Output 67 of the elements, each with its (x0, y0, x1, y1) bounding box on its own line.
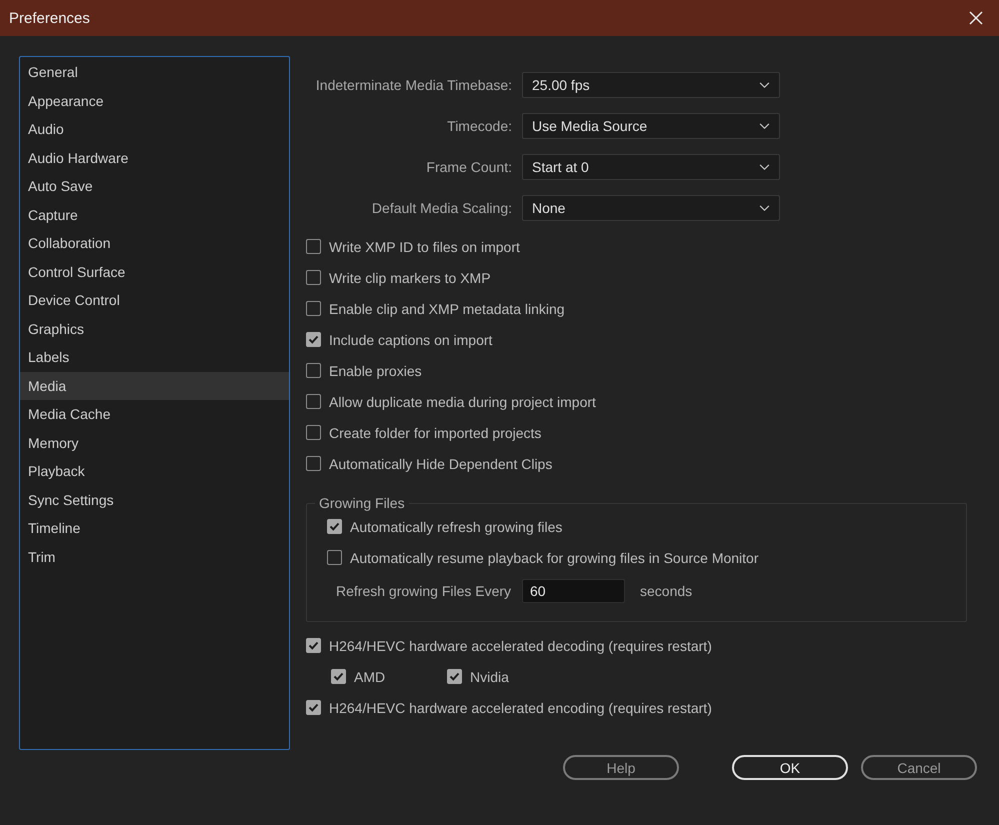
dialog-button[interactable]: OK (732, 755, 848, 780)
checkbox-label: H264/HEVC hardware accelerated decoding (requires restart) (329, 638, 712, 654)
sidebar-item[interactable]: Memory (20, 428, 289, 457)
sidebar-item[interactable]: Device Control (20, 286, 289, 314)
checkbox-label: Automatically Hide Dependent Clips (329, 456, 552, 472)
sidebar-item[interactable]: Collaboration (20, 229, 289, 258)
input-field[interactable]: 60 (522, 579, 625, 603)
checkbox[interactable] (306, 700, 321, 715)
dropdown[interactable]: Start at 0 (522, 154, 780, 180)
sidebar-item[interactable]: Audio (20, 115, 289, 144)
sidebar-item[interactable]: Capture (20, 200, 289, 229)
sidebar-item[interactable]: Graphics (20, 314, 289, 343)
checkbox-label: Include captions on import (329, 332, 492, 348)
field-label: Indeterminate Media Timebase: (314, 77, 512, 93)
sidebar-item[interactable]: General (20, 58, 289, 86)
sidebar-item[interactable]: Labels (20, 343, 289, 372)
checkbox[interactable] (306, 332, 321, 347)
dialog-button[interactable]: Cancel (861, 755, 977, 780)
chevron-down-icon (759, 122, 770, 130)
checkbox[interactable] (306, 239, 321, 254)
dropdown[interactable]: Use Media Source (522, 113, 780, 139)
chevron-down-icon (759, 204, 770, 212)
checkbox[interactable] (306, 425, 321, 440)
field-label: Timecode: (446, 118, 512, 134)
sidebar-item[interactable]: Auto Save (20, 172, 289, 200)
field-label: Default Media Scaling: (370, 200, 512, 216)
checkbox-label: Automatically resume playback for growing files in Source Monitor (350, 550, 759, 566)
checkbox[interactable] (447, 669, 462, 684)
checkbox[interactable] (306, 456, 321, 471)
field-label: Refresh growing Files Every (336, 583, 512, 599)
checkbox-label: Write clip markers to XMP (329, 270, 491, 286)
sidebar-item[interactable]: Media Cache (20, 400, 289, 428)
checkbox-label: Automatically refresh growing files (350, 518, 562, 534)
checkbox[interactable] (327, 550, 342, 565)
sidebar-item[interactable]: Timeline (20, 514, 289, 542)
sidebar-item[interactable]: Audio Hardware (20, 144, 289, 172)
checkbox[interactable] (331, 669, 346, 684)
checkbox-label: Allow duplicate media during project import (329, 394, 596, 410)
checkbox[interactable] (306, 270, 321, 285)
dropdown[interactable]: None (522, 195, 780, 221)
checkbox-label: Nvidia (470, 668, 509, 684)
checkbox[interactable] (306, 638, 321, 653)
checkbox-label: Create folder for imported projects (329, 424, 542, 440)
chevron-down-icon (759, 164, 770, 170)
checkbox-label: Enable clip and XMP metadata linking (329, 300, 565, 316)
checkbox-label: AMD (354, 668, 386, 684)
chevron-down-icon (759, 82, 770, 88)
sidebar-item[interactable]: Trim (20, 542, 289, 571)
field-label: Frame Count: (425, 159, 512, 175)
checkbox[interactable] (306, 394, 321, 409)
sidebar-item[interactable]: Appearance (20, 86, 289, 115)
dropdown[interactable]: 25.00 fps (522, 72, 780, 98)
checkbox[interactable] (306, 301, 321, 316)
dialog-button[interactable]: Help (563, 755, 679, 780)
sidebar-item[interactable]: Media (20, 372, 289, 400)
checkbox-label: Enable proxies (329, 362, 422, 378)
group-title: Growing Files (318, 495, 406, 511)
checkbox[interactable] (327, 519, 342, 534)
unit-label: seconds (640, 583, 692, 599)
window-title: Preferences (9, 10, 90, 26)
sidebar-item[interactable]: Sync Settings (20, 486, 289, 514)
close-icon[interactable] (969, 11, 983, 25)
sidebar-item[interactable]: Playback (20, 457, 289, 486)
sidebar-item[interactable]: Control Surface (20, 258, 289, 286)
checkbox-label: H264/HEVC hardware accelerated encoding (requires restart) (329, 700, 712, 716)
checkbox-label: Write XMP ID to files on import (329, 238, 520, 254)
checkbox[interactable] (306, 363, 321, 378)
